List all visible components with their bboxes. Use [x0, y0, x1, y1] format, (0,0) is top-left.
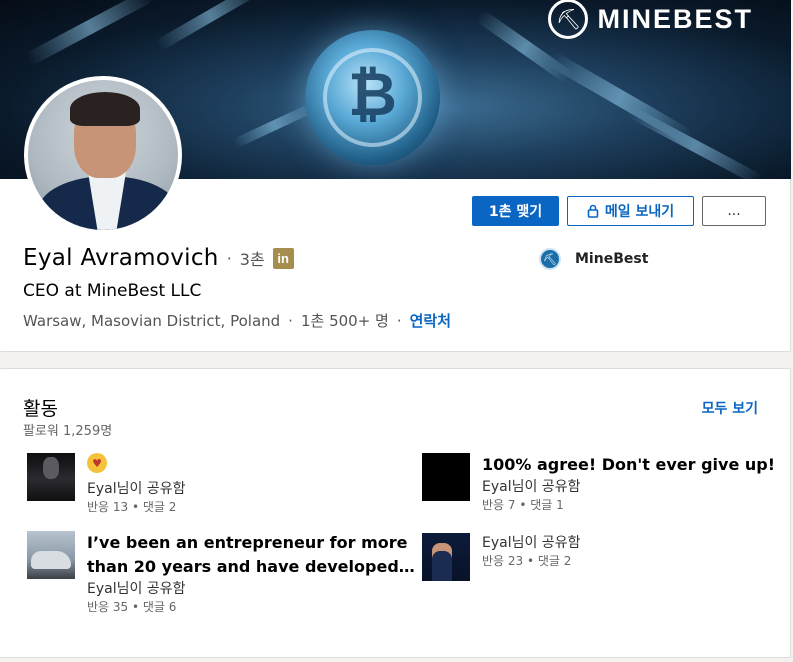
separator: ·	[226, 248, 232, 268]
heart-eyes-emoji-icon: ♥	[87, 453, 107, 473]
current-company[interactable]: ⛏ MineBest	[539, 248, 648, 270]
activity-post[interactable]: ♥ Eyal님이 공유함 반응 13 • 댓글 2	[27, 453, 185, 515]
lock-icon	[587, 204, 599, 218]
banner-decoration	[24, 0, 156, 67]
message-button-label: 메일 보내기	[604, 204, 675, 220]
profile-meta: Warsaw, Masovian District, Poland · 1촌 5…	[23, 310, 451, 331]
name-row: Eyal Avramovich · 3촌 in	[23, 245, 294, 271]
separator: ·	[288, 311, 293, 330]
separator: ·	[396, 311, 402, 330]
banner-decoration	[155, 0, 265, 52]
post-text: 100% agree! Don't ever give up!	[482, 455, 776, 474]
connection-degree: 3촌	[239, 250, 265, 269]
more-actions-button[interactable]: ...	[702, 196, 766, 226]
message-button[interactable]: 메일 보내기	[567, 196, 694, 226]
activity-post[interactable]: 100% agree! Don't ever give up! Eyal님이 공…	[422, 453, 775, 513]
profile-card: ₿ ⛏ MINEBEST 1촌 맺기 메일 보내기 ... Eyal Avram…	[0, 0, 791, 352]
post-text-line-1: I’ve been an entrepreneur for more	[87, 533, 408, 552]
connection-count: 1촌 500+ 명	[300, 312, 389, 330]
post-shared-by: Eyal님이 공유함	[482, 535, 581, 551]
post-thumbnail[interactable]	[27, 453, 75, 501]
contact-info-link[interactable]: 연락처	[410, 310, 451, 331]
post-thumbnail[interactable]	[422, 533, 470, 581]
post-stats: 반응 7 • 댓글 1	[482, 498, 564, 512]
premium-badge-icon: in	[272, 247, 294, 269]
activity-post[interactable]: Eyal님이 공유함 반응 23 • 댓글 2	[422, 533, 580, 581]
activity-title: 활동	[23, 398, 58, 420]
profile-headline: CEO at MineBest LLC	[23, 281, 202, 301]
post-text-line-2: than 20 years and have developed…	[87, 557, 415, 576]
profile-avatar[interactable]	[24, 76, 182, 234]
activity-card: 활동 팔로워 1,259명 모두 보기 ♥ Eyal님이 공유함 반응 13 •…	[0, 368, 791, 658]
connect-button[interactable]: 1촌 맺기	[472, 196, 559, 226]
post-thumbnail[interactable]	[27, 531, 75, 579]
pickaxe-icon: ⛏	[548, 0, 589, 39]
post-thumbnail[interactable]	[422, 453, 470, 501]
minebest-logo-icon: ⛏	[539, 248, 561, 270]
see-all-activity-link[interactable]: 모두 보기	[702, 398, 758, 418]
post-stats: 반응 13 • 댓글 2	[87, 500, 177, 514]
banner-decoration	[625, 105, 765, 179]
post-stats: 반응 23 • 댓글 2	[482, 554, 572, 568]
company-name: MineBest	[575, 251, 649, 267]
bitcoin-coin-image: ₿	[305, 30, 440, 165]
follower-count: 팔로워 1,259명	[23, 424, 113, 439]
profile-location: Warsaw, Masovian District, Poland	[23, 311, 281, 330]
activity-post[interactable]: I’ve been an entrepreneur for more than …	[27, 531, 415, 615]
post-shared-by: Eyal님이 공유함	[482, 479, 581, 495]
brand-name: MINEBEST	[597, 3, 753, 34]
post-shared-by: Eyal님이 공유함	[87, 581, 186, 597]
bitcoin-symbol: ₿	[348, 60, 397, 130]
minebest-brand: ⛏ MINEBEST	[548, 0, 753, 39]
post-stats: 반응 35 • 댓글 6	[87, 600, 177, 614]
post-shared-by: Eyal님이 공유함	[87, 481, 186, 497]
profile-name: Eyal Avramovich	[23, 245, 219, 271]
